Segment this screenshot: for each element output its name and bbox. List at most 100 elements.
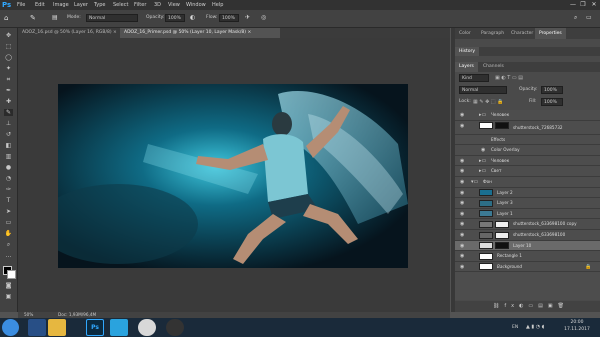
menu-file[interactable]: File: [17, 1, 25, 9]
tab-properties[interactable]: Properties: [535, 28, 566, 39]
tab-channels[interactable]: Channels: [479, 62, 508, 72]
tray-icons[interactable]: ▲ ▮ ◔ ◖: [526, 323, 556, 331]
clock-date[interactable]: 17.11.2017: [560, 327, 594, 333]
tab-close-icon[interactable]: ×: [247, 30, 251, 35]
layers-footer-icons[interactable]: ⛓fx◐▭▤▣🗑: [493, 303, 593, 310]
menu-select[interactable]: Select: [113, 1, 128, 9]
hand-tool-icon[interactable]: ✋: [4, 230, 13, 237]
visibility-eye-icon[interactable]: ◉: [460, 123, 466, 129]
blend-mode-select[interactable]: Normal: [459, 86, 507, 94]
visibility-eye-icon[interactable]: ◉: [460, 168, 466, 174]
tab-history[interactable]: History: [455, 47, 480, 56]
shape-tool-icon[interactable]: ▭: [4, 219, 13, 226]
layer-row[interactable]: ◉ ▸▭ Человек: [455, 156, 600, 167]
zoom-tool-icon[interactable]: ⌕: [4, 241, 13, 248]
telegram-taskbar-icon[interactable]: [110, 319, 128, 336]
stamp-tool-icon[interactable]: ⊥: [4, 120, 13, 127]
menu-window[interactable]: Window: [186, 1, 206, 9]
workspace-icon[interactable]: ▭: [586, 14, 594, 22]
background-color-swatch[interactable]: [7, 270, 16, 279]
search-icon[interactable]: ⌕: [574, 14, 582, 22]
marquee-tool-icon[interactable]: ⬚: [4, 43, 13, 50]
visibility-eye-icon[interactable]: ◉: [460, 179, 466, 185]
more-tools-icon[interactable]: …: [4, 252, 13, 259]
quick-mask-icon[interactable]: ◙: [4, 282, 13, 289]
layer-row[interactable]: ◉ Layer 2: [455, 188, 600, 199]
menu-view[interactable]: View: [168, 1, 180, 9]
type-tool-icon[interactable]: T: [4, 197, 13, 204]
blur-tool-icon[interactable]: ●: [4, 164, 13, 171]
gradient-tool-icon[interactable]: ▥: [4, 153, 13, 160]
layer-row[interactable]: ◉ ▸▭ Свет: [455, 166, 600, 177]
pressure-opacity-icon[interactable]: ◐: [190, 14, 198, 22]
menu-image[interactable]: Image: [53, 1, 69, 9]
opacity-input[interactable]: 100%: [165, 14, 185, 22]
visibility-eye-icon[interactable]: ◉: [460, 112, 466, 118]
chrome-taskbar-icon[interactable]: [138, 319, 156, 336]
brush-tool-icon[interactable]: ✎: [4, 109, 13, 116]
layer-row[interactable]: ◉ Rectangle 1: [455, 251, 600, 262]
layer-row[interactable]: ◉ Background 🔒: [455, 262, 600, 273]
visibility-eye-icon[interactable]: ◉: [481, 147, 487, 153]
tab-paragraph[interactable]: Paragraph: [477, 28, 508, 39]
layer-row[interactable]: ◉ ▾▭ Фон: [455, 177, 600, 188]
history-brush-tool-icon[interactable]: ↺: [4, 131, 13, 138]
layer-row[interactable]: ◉ shutterstock_72685732: [455, 121, 600, 135]
layers-opacity-input[interactable]: 100%: [541, 86, 563, 94]
lock-icons[interactable]: ▦ ✎ ✥ ⬚ 🔒: [473, 98, 513, 106]
document-canvas[interactable]: [58, 84, 408, 268]
tab-adoz-16-primer[interactable]: ADOZ_16_Primer.psd @ 50% (Layer 10, Laye…: [120, 28, 280, 38]
explorer-taskbar-icon[interactable]: [28, 319, 46, 336]
layer-effects-row[interactable]: Effects: [455, 135, 600, 146]
layer-row[interactable]: ◉ Layer 1: [455, 209, 600, 220]
menu-3d[interactable]: 3D: [154, 1, 161, 9]
visibility-eye-icon[interactable]: ◉: [460, 200, 466, 206]
move-tool-icon[interactable]: ✥: [4, 32, 13, 39]
lasso-tool-icon[interactable]: ◯: [4, 54, 13, 61]
menu-help[interactable]: Help: [212, 1, 223, 9]
screen-mode-icon[interactable]: ▣: [4, 293, 13, 300]
kind-filter-select[interactable]: Kind: [459, 74, 489, 82]
mode-select[interactable]: Normal: [86, 14, 138, 22]
clock-time[interactable]: 20:00: [560, 320, 594, 326]
healing-tool-icon[interactable]: ✚: [4, 98, 13, 105]
tab-adoz-16[interactable]: ADOZ_16.psd @ 50% (Layer 16, RGB/8) ×: [18, 28, 118, 38]
visibility-eye-icon[interactable]: ◉: [460, 158, 466, 164]
layer-row[interactable]: ◉ shutterstock_633698100 copy: [455, 219, 600, 230]
start-button-icon[interactable]: [2, 319, 19, 336]
visibility-eye-icon[interactable]: ◉: [460, 232, 466, 238]
airbrush-icon[interactable]: ✈: [245, 14, 253, 22]
visibility-eye-icon[interactable]: ◉: [460, 221, 466, 227]
visibility-eye-icon[interactable]: ◉: [460, 243, 466, 249]
pen-tool-icon[interactable]: ✑: [4, 186, 13, 193]
visibility-eye-icon[interactable]: ◉: [460, 211, 466, 217]
pressure-size-icon[interactable]: ◎: [261, 14, 269, 22]
layer-row[interactable]: ◉ ▸▭ Человек: [455, 110, 600, 121]
visibility-eye-icon[interactable]: ◉: [460, 264, 466, 270]
menu-layer[interactable]: Layer: [74, 1, 88, 9]
layer-row[interactable]: ◉ shutterstock_633698100: [455, 230, 600, 241]
dodge-tool-icon[interactable]: ◔: [4, 175, 13, 182]
quick-select-tool-icon[interactable]: ✦: [4, 65, 13, 72]
folder-taskbar-icon[interactable]: [48, 319, 66, 336]
language-indicator[interactable]: EN: [512, 324, 522, 331]
crop-tool-icon[interactable]: ⌗: [4, 76, 13, 83]
visibility-eye-icon[interactable]: ◉: [460, 190, 466, 196]
tab-layers[interactable]: Layers: [455, 62, 478, 72]
flow-input[interactable]: 100%: [219, 14, 239, 22]
menu-type[interactable]: Type: [94, 1, 105, 9]
menu-edit[interactable]: Edit: [35, 1, 45, 9]
tab-color[interactable]: Color: [455, 28, 475, 39]
tab-character[interactable]: Character: [507, 28, 537, 39]
home-icon[interactable]: ⌂: [4, 14, 14, 23]
layer-row[interactable]: ◉ Layer 3: [455, 198, 600, 209]
layer-effect-row[interactable]: ◉ Color Overlay: [455, 145, 600, 156]
minimize-icon[interactable]: —: [568, 0, 578, 10]
tab-close-icon[interactable]: ×: [113, 30, 117, 35]
eraser-tool-icon[interactable]: ◧: [4, 142, 13, 149]
filter-icons[interactable]: ▣ ◐ T ▭ ▤: [495, 74, 555, 82]
brush-panel-icon[interactable]: ▤: [52, 13, 62, 23]
restore-icon[interactable]: ❐: [578, 0, 588, 10]
eyedropper-tool-icon[interactable]: ✒: [4, 87, 13, 94]
fill-input[interactable]: 100%: [541, 98, 563, 106]
